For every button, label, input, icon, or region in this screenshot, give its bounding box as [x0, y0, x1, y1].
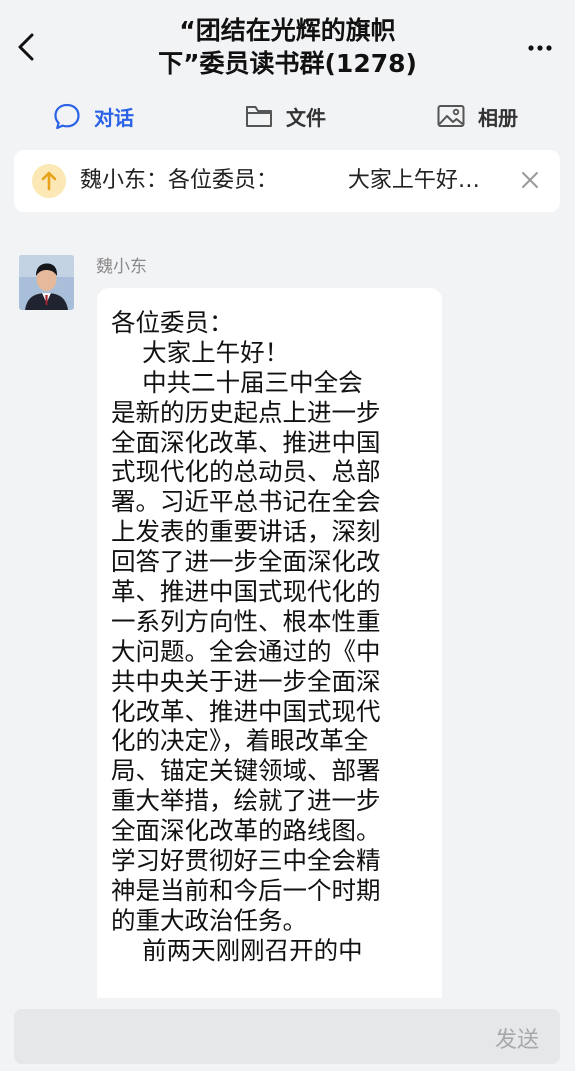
message-line: 重大举措，绘就了进一步	[111, 786, 381, 816]
folder-icon	[244, 101, 274, 131]
message-line: 前两天刚刚召开的中	[111, 935, 363, 965]
tab-chat-label: 对话	[94, 105, 134, 130]
message-line: 化改革、推进中国式现代	[111, 696, 381, 726]
message-line: 革、推进中国式现代化的	[111, 577, 381, 607]
message-line: 共中央关于进一步全面深	[111, 666, 381, 696]
pinned-message-text: 魏小东：各位委员： 大家上午好…	[80, 168, 480, 193]
tab-files[interactable]: 文件	[244, 96, 326, 136]
send-button[interactable]: 发送	[495, 1022, 539, 1054]
message-line: 上发表的重要讲话，深刻	[111, 517, 381, 547]
message-line: 回答了进一步全面深化改	[111, 547, 381, 577]
message-line: 各位委员：	[111, 308, 234, 337]
image-icon	[436, 101, 466, 131]
back-arrow-icon	[18, 33, 34, 61]
message-bubble[interactable]: 各位委员： 大家上午好！ 中共二十届三中全会 是新的历史起点上进一步 全面深化改革、…	[97, 288, 442, 1028]
message-line: 局、锚定关键领域、部署	[111, 756, 381, 786]
pinned-up-arrow-icon	[32, 164, 66, 198]
close-pinned-button[interactable]	[520, 170, 540, 190]
message-input[interactable]	[14, 1009, 560, 1064]
message-line: 署。习近平总书记在全会	[111, 487, 381, 517]
sender-avatar[interactable]	[19, 255, 74, 310]
message-line: 化的决定》，着眼改革全	[111, 726, 369, 756]
chat-title-line-2: 下”委员读书群(1278)	[158, 49, 417, 78]
sender-name: 魏小东	[96, 257, 147, 277]
tab-chat[interactable]: 对话	[52, 96, 134, 136]
message-line: 神是当前和今后一个时期	[111, 875, 381, 905]
message-line: 全面深化改革的路线图。	[111, 816, 381, 846]
avatar-portrait-icon	[19, 255, 74, 310]
message-line: 大家上午好！	[111, 337, 290, 367]
top-bar: “团结在光辉的旗帜 下”委员读书群(1278)	[0, 0, 575, 90]
chat-bubble-icon	[52, 101, 82, 131]
message-line: 是新的历史起点上进一步	[111, 397, 381, 427]
chat-title: “团结在光辉的旗帜 下”委员读书群(1278)	[110, 14, 465, 80]
tab-album-label: 相册	[478, 105, 518, 130]
more-dots-icon	[528, 45, 552, 51]
close-icon	[522, 172, 538, 188]
more-options-button[interactable]	[527, 38, 553, 58]
tab-files-label: 文件	[286, 105, 326, 130]
chat-title-line-1: “团结在光辉的旗帜	[179, 16, 396, 45]
input-bar: 发送	[0, 998, 575, 1071]
message-line: 一系列方向性、根本性重	[111, 606, 381, 636]
message-line: 大问题。全会通过的《中	[111, 636, 381, 666]
message-line: 的重大政治任务。	[111, 905, 307, 935]
pinned-message-banner[interactable]: 魏小东：各位委员： 大家上午好…	[14, 150, 560, 212]
tab-album[interactable]: 相册	[436, 96, 518, 136]
message-text: 各位委员： 大家上午好！ 中共二十届三中全会 是新的历史起点上进一步 全面深化改革、…	[111, 308, 411, 966]
back-button[interactable]	[14, 32, 38, 62]
chat-tabs: 对话 文件 相册	[0, 96, 575, 140]
message-line: 学习好贯彻好三中全会精	[111, 846, 381, 876]
message-line: 全面深化改革、推进中国	[111, 427, 381, 457]
message-line: 中共二十届三中全会	[111, 367, 363, 397]
message-line: 式现代化的总动员、总部	[111, 457, 381, 487]
